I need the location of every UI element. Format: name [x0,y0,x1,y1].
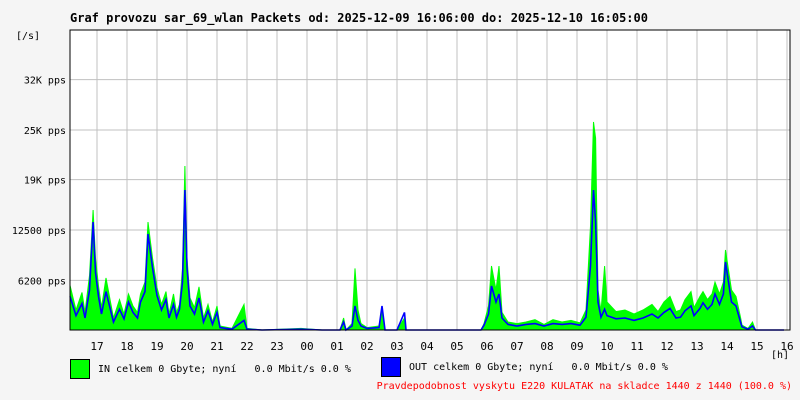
x-tick-label: 17 [90,340,103,353]
legend-in-label: IN celkem 0 Gbyte; nyní 0.0 Mbit/s 0.0 % [98,363,351,375]
legend-in: IN celkem 0 Gbyte; nyní 0.0 Mbit/s 0.0 % [70,359,351,379]
legend-out-swatch [381,357,401,377]
y-tick-label: 19K pps [24,176,66,187]
x-tick-label: 21 [210,340,223,353]
x-tick-label: 08 [540,340,553,353]
x-tick-label: 13 [690,340,703,353]
x-tick-label: 06 [480,340,493,353]
x-tick-label: 12 [660,340,673,353]
x-tick-label: 23 [270,340,283,353]
y-tick-label: 25K pps [24,126,66,137]
legend-out-label: OUT celkem 0 Gbyte; nyní 0.0 Mbit/s 0.0 … [409,361,668,373]
x-tick-label: 18 [120,340,133,353]
x-tick-label: 00 [300,340,313,353]
x-tick-label: 20 [180,340,193,353]
x-tick-label: 03 [390,340,403,353]
x-tick-label: 01 [330,340,343,353]
footer-note: Pravdepodobnost vyskytu E220 KULATAK na … [376,381,792,392]
x-tick-label: 05 [450,340,463,353]
x-tick-label: 11 [630,340,643,353]
y-tick-label: 12500 pps [12,226,66,237]
legend-out: OUT celkem 0 Gbyte; nyní 0.0 Mbit/s 0.0 … [381,357,668,377]
y-tick-label: 6200 pps [18,276,66,287]
x-tick-label: 02 [360,340,373,353]
x-tick-label: 09 [570,340,583,353]
x-tick-label: 22 [240,340,253,353]
x-tick-label: 04 [420,340,434,353]
x-tick-label: 16 [780,340,793,353]
x-tick-label: 19 [150,340,163,353]
x-tick-label: 15 [750,340,763,353]
legend-in-swatch [70,359,90,379]
x-tick-label: 14 [720,340,734,353]
x-tick-label: 10 [600,340,613,353]
traffic-chart: 17 18 19 20 21 22 23 00 01 02 03 04 05 06 07 08 09 10 11 12… [12,29,794,353]
y-tick-label: 32K pps [24,76,66,87]
x-tick-label: 07 [510,340,523,353]
